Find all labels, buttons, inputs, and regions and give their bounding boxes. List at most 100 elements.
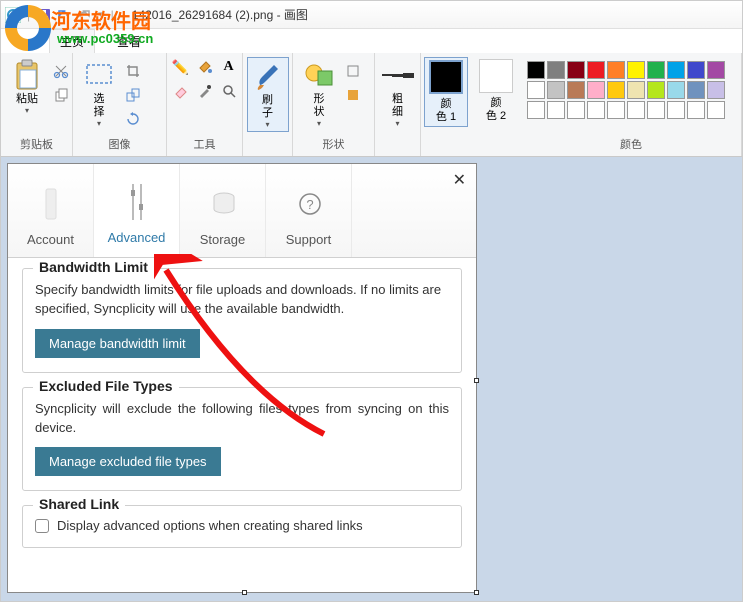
- excluded-desc: Syncplicity will exclude the following f…: [35, 400, 449, 438]
- tab-storage-label: Storage: [200, 232, 246, 247]
- excluded-legend: Excluded File Types: [33, 378, 179, 394]
- color-swatch[interactable]: [707, 101, 725, 119]
- spacer: [249, 138, 286, 156]
- resize-icon[interactable]: [123, 85, 143, 105]
- canvas[interactable]: ✕ Account Advanced Storage ? Support: [7, 163, 477, 593]
- manage-excluded-button[interactable]: Manage excluded file types: [35, 447, 221, 476]
- color-swatch[interactable]: [667, 101, 685, 119]
- account-icon: [39, 184, 63, 224]
- copy-icon[interactable]: [51, 85, 71, 105]
- color-swatch[interactable]: [527, 101, 545, 119]
- shared-checkbox-row[interactable]: Display advanced options when creating s…: [35, 518, 449, 533]
- fieldset-shared: Shared Link Display advanced options whe…: [22, 505, 462, 548]
- checkbox-icon[interactable]: [35, 519, 49, 533]
- rotate-icon[interactable]: [123, 109, 143, 129]
- settings-dialog: ✕ Account Advanced Storage ? Support: [8, 164, 476, 592]
- shapes-label: 形 状: [314, 93, 325, 119]
- crop-icon[interactable]: [123, 61, 143, 81]
- tab-home[interactable]: 主页: [49, 29, 95, 53]
- color-swatch[interactable]: [627, 61, 645, 79]
- chevron-down-icon: ▾: [395, 119, 399, 128]
- color-swatch[interactable]: [667, 81, 685, 99]
- select-icon: [83, 59, 115, 91]
- close-icon[interactable]: ✕: [453, 170, 466, 190]
- color-palette[interactable]: [527, 61, 725, 119]
- color-swatch[interactable]: [547, 61, 565, 79]
- spacer: [477, 138, 515, 156]
- group-clipboard: 粘贴 ▾ 剪贴板: [1, 53, 73, 156]
- color-swatch[interactable]: [647, 101, 665, 119]
- paste-button[interactable]: 粘贴 ▾: [7, 57, 47, 117]
- color-swatch[interactable]: [687, 81, 705, 99]
- color2-button[interactable]: 颜 色 2: [475, 57, 517, 125]
- color-swatch[interactable]: [567, 61, 585, 79]
- save-icon[interactable]: [36, 7, 52, 23]
- tab-support[interactable]: ? Support: [266, 164, 352, 257]
- color-swatch[interactable]: [607, 61, 625, 79]
- tab-storage[interactable]: Storage: [180, 164, 266, 257]
- brushes-button[interactable]: 刷 子 ▾: [247, 57, 289, 132]
- group-tools-label: 工具: [173, 134, 236, 156]
- select-button[interactable]: 选 择 ▾: [79, 57, 119, 130]
- tools-grid: ✏️ A: [171, 57, 239, 101]
- color-swatch[interactable]: [647, 61, 665, 79]
- stroke-button[interactable]: 粗 细 ▾: [378, 57, 418, 130]
- dialog-body: Bandwidth Limit Specify bandwidth limits…: [8, 258, 476, 562]
- shapes-button[interactable]: 形 状 ▾: [299, 57, 339, 130]
- color-swatch[interactable]: [627, 101, 645, 119]
- color-swatch[interactable]: [707, 81, 725, 99]
- color-swatch[interactable]: [707, 61, 725, 79]
- tab-account[interactable]: Account: [8, 164, 94, 257]
- color-swatch[interactable]: [647, 81, 665, 99]
- pencil-icon[interactable]: ✏️: [171, 57, 191, 77]
- color-swatch[interactable]: [527, 61, 545, 79]
- undo-icon[interactable]: [56, 7, 72, 23]
- color-swatch[interactable]: [587, 101, 605, 119]
- fill-shape-icon[interactable]: [343, 85, 363, 105]
- tab-view[interactable]: 查看: [107, 30, 151, 53]
- storage-icon: [211, 184, 235, 224]
- qat-dd[interactable]: ▾: [98, 9, 103, 20]
- quick-access-toolbar: | ▾ |: [5, 7, 116, 23]
- eraser-icon[interactable]: [171, 81, 191, 101]
- color-swatch[interactable]: [687, 101, 705, 119]
- redo-icon[interactable]: [76, 7, 92, 23]
- bandwidth-legend: Bandwidth Limit: [33, 259, 154, 275]
- chevron-down-icon: ▾: [265, 120, 269, 129]
- spacer: [427, 138, 465, 156]
- color-swatch[interactable]: [547, 81, 565, 99]
- paste-label: 粘贴: [16, 93, 38, 106]
- color-swatch[interactable]: [567, 101, 585, 119]
- color-swatch[interactable]: [627, 81, 645, 99]
- color-swatch[interactable]: [607, 101, 625, 119]
- color-swatch[interactable]: [567, 81, 585, 99]
- color1-button[interactable]: 颜 色 1: [424, 57, 468, 127]
- picker-icon[interactable]: [195, 81, 215, 101]
- window-title: 142016_26291684 (2).png - 画图: [132, 6, 308, 23]
- outline-icon[interactable]: [343, 61, 363, 81]
- group-shapes: 形 状 ▾ 形状: [293, 53, 375, 156]
- color-swatch[interactable]: [687, 61, 705, 79]
- color1-label: 颜 色 1: [436, 98, 456, 124]
- color-swatch[interactable]: [667, 61, 685, 79]
- color2-swatch: [479, 59, 513, 93]
- color-swatch[interactable]: [587, 81, 605, 99]
- tab-advanced-label: Advanced: [108, 230, 166, 245]
- tab-advanced[interactable]: Advanced: [94, 164, 180, 257]
- advanced-icon: [125, 182, 149, 222]
- group-color2: 颜 色 2: [471, 53, 521, 156]
- zoom-icon[interactable]: [219, 81, 239, 101]
- chevron-down-icon: ▾: [97, 119, 101, 128]
- brush-icon: [252, 60, 284, 92]
- manage-bandwidth-button[interactable]: Manage bandwidth limit: [35, 329, 200, 358]
- fill-icon[interactable]: [195, 57, 215, 77]
- group-colors-label: 颜色: [527, 134, 735, 156]
- color-swatch[interactable]: [527, 81, 545, 99]
- ribbon-tabs: 主页 查看: [1, 29, 742, 53]
- text-icon[interactable]: A: [219, 57, 239, 77]
- color-swatch[interactable]: [587, 61, 605, 79]
- color-swatch[interactable]: [547, 101, 565, 119]
- cut-icon[interactable]: [51, 61, 71, 81]
- color-swatch[interactable]: [607, 81, 625, 99]
- stroke-label: 粗 细: [392, 93, 403, 119]
